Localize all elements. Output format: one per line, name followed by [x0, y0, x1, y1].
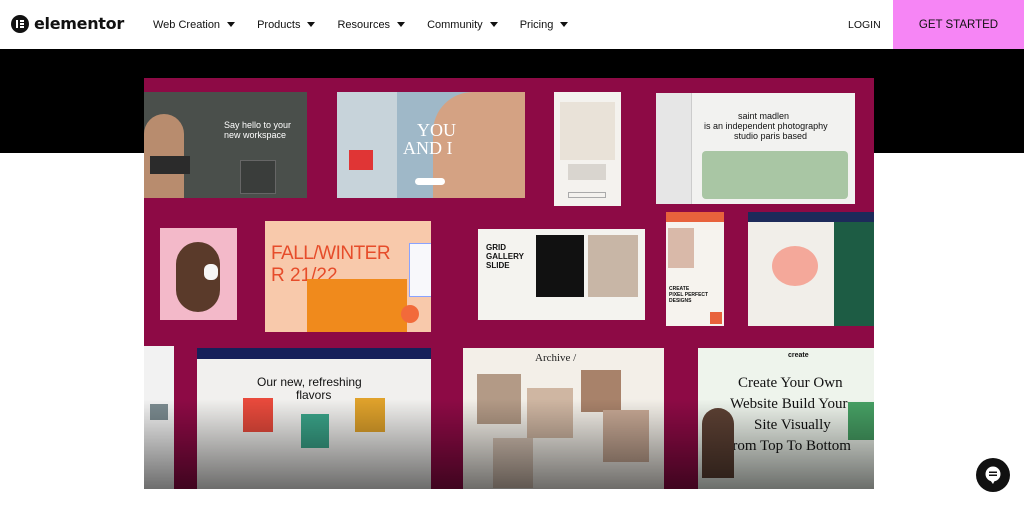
ear-image [560, 102, 615, 160]
site-header: elementor Web Creation Products Resource… [0, 0, 1024, 49]
jacket-image [307, 279, 407, 332]
card-jewelry [554, 92, 621, 206]
grid-gallery-line-3: SLIDE [486, 261, 510, 270]
signup-form [240, 160, 276, 194]
card-flavors: Our new, refreshing flavors [197, 348, 431, 489]
madlen-line-1: saint madlen [738, 111, 790, 121]
get-started-button[interactable]: GET STARTED [893, 0, 1024, 49]
madlen-line-2: is an independent photography [704, 121, 828, 131]
chevron-down-icon [307, 22, 316, 27]
create-line-1: Create Your Own [738, 375, 843, 391]
template-showcase: Say hello to your new workspace YOU AND … [144, 78, 874, 489]
editor-panel [656, 93, 692, 204]
card-create-site: create Create Your Own Website Build You… [698, 348, 874, 489]
headphone-image [204, 264, 218, 280]
sky-panel [337, 92, 397, 198]
earbuds-image [536, 235, 584, 297]
nav-label: Web Creation [153, 18, 221, 31]
you-and-i-button [415, 178, 445, 185]
red-object [349, 150, 373, 170]
product-can-green [301, 414, 329, 448]
create-brand: create [788, 352, 809, 359]
elementor-logo-icon [11, 14, 29, 33]
thumbnail [150, 404, 168, 420]
login-link[interactable]: LOGIN [848, 19, 881, 31]
create-line-4: From Top To Bottom [724, 438, 851, 454]
page: elementor Web Creation Products Resource… [0, 0, 1024, 505]
nav-item-community[interactable]: Community [427, 19, 498, 31]
nav-label: Products [257, 18, 301, 31]
grid-gallery-line-2: GALLERY [486, 252, 524, 261]
green-panel [834, 222, 874, 326]
card-saint-madlen: saint madlen is an independent photograp… [656, 93, 855, 204]
nav-item-products[interactable]: Products [257, 18, 316, 31]
chat-button[interactable] [976, 458, 1010, 492]
orange-square [710, 312, 722, 324]
product-can-red [243, 398, 273, 432]
plant-image [848, 402, 874, 440]
card-partial-left [144, 346, 174, 489]
nav-item-resources[interactable]: Resources [337, 18, 406, 31]
portrait-image [702, 408, 734, 478]
model-image [668, 228, 694, 268]
card-archive: Archive / [463, 348, 664, 489]
pixel-line-3: DESIGNS [669, 298, 692, 304]
settings-popup [409, 243, 431, 297]
nav-label: Pricing [519, 18, 554, 31]
card-pixel-perfect: CREATE PIXEL PERFECT DESIGNS [666, 212, 724, 326]
create-line-2: Website Build Your [730, 396, 848, 412]
product-can-yellow [355, 398, 385, 432]
chat-icon [985, 466, 1001, 484]
flavors-line-1: Our new, refreshing [257, 375, 362, 389]
you-and-i-line-2: AND I [403, 138, 453, 158]
card-cocktail [748, 212, 874, 326]
cocktail-image [772, 246, 818, 286]
archive-photo-3 [581, 370, 621, 412]
elementor-logo[interactable]: elementor [11, 14, 124, 33]
earring-image [568, 164, 606, 180]
card-header-bar [197, 348, 431, 359]
madlen-line-3: studio paris based [734, 131, 808, 141]
glass-image [702, 151, 848, 199]
chevron-down-icon [227, 22, 236, 27]
grid-gallery-line-1: GRID [486, 243, 506, 252]
chevron-down-icon [397, 22, 406, 27]
add-to-cart-button [568, 192, 606, 198]
archive-title: Archive / [535, 352, 577, 364]
create-line-3: Site Visually [754, 417, 831, 433]
archive-photo-2 [527, 388, 573, 438]
card-grid-gallery: GRID GALLERY SLIDE [478, 229, 645, 320]
chevron-down-icon [560, 22, 569, 27]
badge-circle [401, 305, 419, 323]
chevron-down-icon [489, 22, 498, 27]
archive-photo-1 [477, 374, 521, 424]
archive-photo-4 [603, 410, 649, 462]
main-nav: Web Creation Products Resources Communit… [153, 0, 590, 49]
card-workspace: Say hello to your new workspace [144, 92, 307, 198]
card-header-bar [748, 212, 874, 222]
workspace-headline-2: new workspace [224, 130, 287, 140]
nav-label: Community [427, 18, 483, 31]
nav-label: Resources [337, 18, 391, 31]
ear-image [588, 235, 638, 297]
workspace-headline-1: Say hello to your [224, 120, 292, 130]
archive-photo-5 [493, 438, 533, 488]
nav-item-pricing[interactable]: Pricing [520, 19, 569, 31]
table-image [150, 156, 190, 174]
logo-text: elementor [34, 14, 124, 33]
card-you-and-i: YOU AND I [337, 92, 525, 198]
card-fall-winter: FALL/WINTER R 21/22 [265, 221, 431, 332]
card-header-bar [666, 212, 724, 222]
flavors-line-2: flavors [296, 388, 332, 402]
nav-item-web-creation[interactable]: Web Creation [153, 18, 236, 31]
card-headphones [160, 228, 237, 320]
fall-winter-line-1: FALL/WINTER [271, 243, 391, 264]
